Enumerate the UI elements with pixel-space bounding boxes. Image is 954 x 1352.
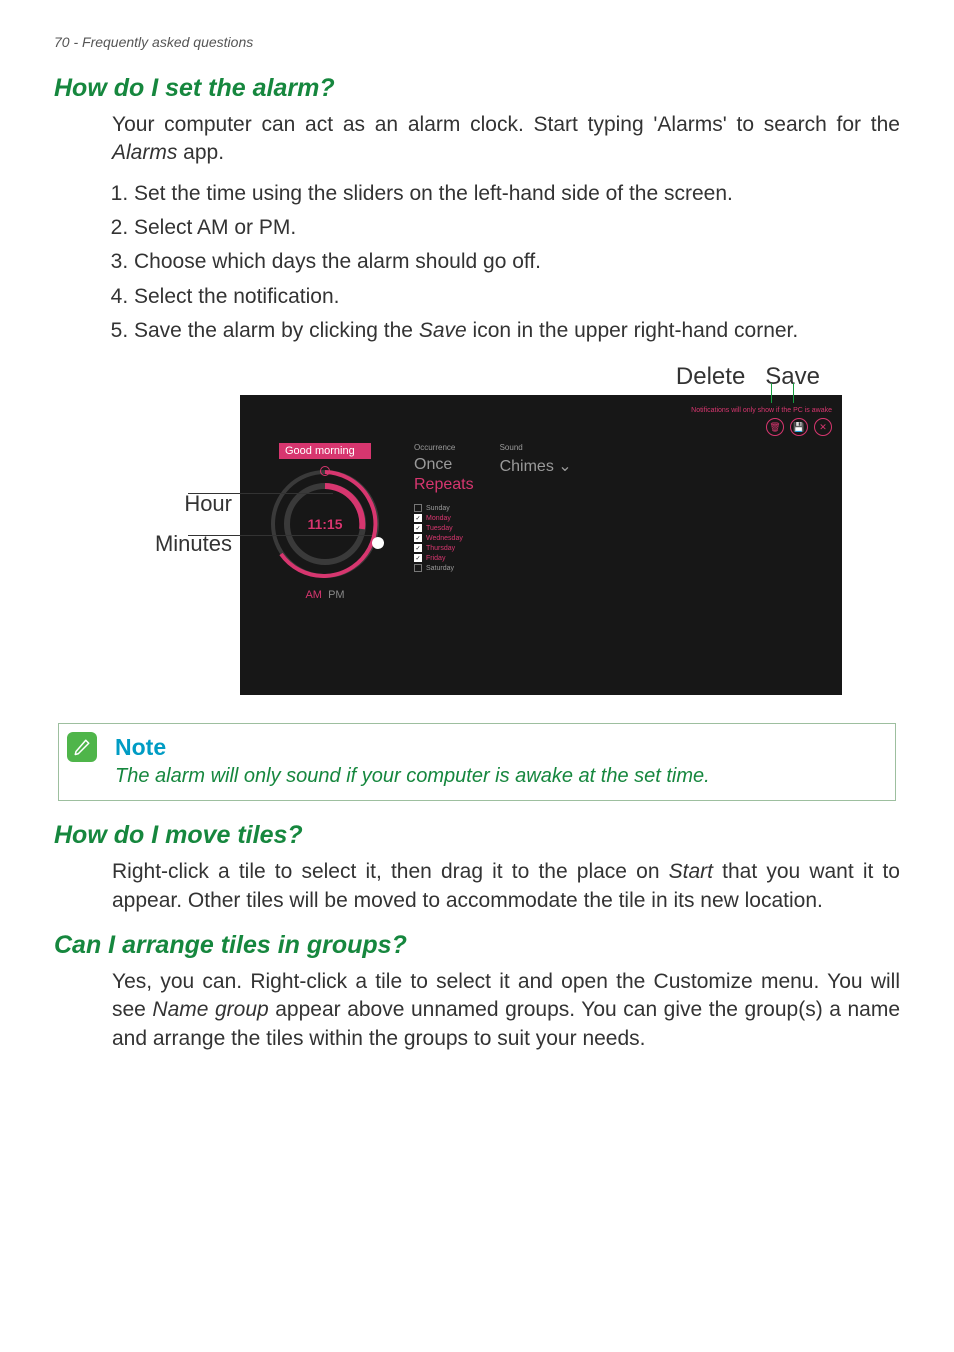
sound-heading: Sound bbox=[500, 443, 572, 452]
step-5a: Save the alarm by clicking the bbox=[134, 319, 419, 342]
day-sunday[interactable]: Sunday bbox=[414, 504, 474, 512]
note-icon bbox=[67, 732, 97, 762]
callout-line-delete bbox=[771, 383, 772, 403]
am-option[interactable]: AM bbox=[305, 589, 322, 601]
occurrence-once[interactable]: Once bbox=[414, 456, 474, 474]
q3-title: Can I arrange tiles in groups? bbox=[54, 931, 900, 960]
hour-label: Hour bbox=[112, 491, 232, 517]
q3-body-em: Name group bbox=[152, 998, 268, 1021]
day-monday-label: Monday bbox=[426, 515, 451, 522]
q3-body: Yes, you can. Right-click a tile to sele… bbox=[112, 968, 900, 1053]
q2-title: How do I move tiles? bbox=[54, 821, 900, 850]
figure-left-labels: Hour Minutes bbox=[112, 395, 240, 695]
step-1: Set the time using the sliders on the le… bbox=[134, 180, 900, 208]
time-dial[interactable]: 11:15 bbox=[270, 469, 380, 579]
day-tuesday[interactable]: ✓Tuesday bbox=[414, 524, 474, 532]
alarm-name-field[interactable]: Good morning bbox=[279, 443, 371, 459]
occurrence-heading: Occurrence bbox=[414, 443, 474, 452]
note-box: Note The alarm will only sound if your c… bbox=[58, 723, 896, 801]
day-friday[interactable]: ✓Friday bbox=[414, 554, 474, 562]
day-friday-label: Friday bbox=[426, 555, 445, 562]
step-3: Choose which days the alarm should go of… bbox=[134, 248, 900, 276]
alarm-figure: Delete Save Hour Minutes Notifications w… bbox=[112, 363, 842, 695]
day-thursday-label: Thursday bbox=[426, 545, 455, 552]
q2-body: Right-click a tile to select it, then dr… bbox=[112, 858, 900, 915]
q1-intro-a: Your computer can act as an alarm clock.… bbox=[112, 113, 900, 136]
callout-line-hour bbox=[188, 493, 333, 494]
pm-option[interactable]: PM bbox=[328, 589, 345, 601]
q2-body-em: Start bbox=[669, 860, 713, 883]
note-title: Note bbox=[115, 734, 881, 761]
notification-warning-text: Notifications will only show if the PC i… bbox=[691, 407, 832, 414]
day-saturday-label: Saturday bbox=[426, 565, 454, 572]
note-text: The alarm will only sound if your comput… bbox=[115, 765, 881, 788]
day-monday[interactable]: ✓Monday bbox=[414, 514, 474, 522]
save-icon[interactable]: 💾 bbox=[790, 418, 808, 436]
page-header: 70 - Frequently asked questions bbox=[54, 34, 900, 50]
figure-top-labels: Delete Save bbox=[112, 363, 842, 391]
q1-intro-b: app. bbox=[177, 141, 224, 164]
q1-intro: Your computer can act as an alarm clock.… bbox=[112, 111, 900, 168]
step-2: Select AM or PM. bbox=[134, 214, 900, 242]
day-tuesday-label: Tuesday bbox=[426, 525, 453, 532]
q1-steps: Set the time using the sliders on the le… bbox=[112, 180, 900, 346]
step-5: Save the alarm by clicking the Save icon… bbox=[134, 317, 900, 345]
close-icon[interactable]: ✕ bbox=[814, 418, 832, 436]
day-sunday-label: Sunday bbox=[426, 505, 450, 512]
q2-body-a: Right-click a tile to select it, then dr… bbox=[112, 860, 669, 883]
step-5em: Save bbox=[419, 319, 467, 342]
step-5b: icon in the upper right-hand corner. bbox=[467, 319, 799, 342]
callout-line-save bbox=[793, 383, 794, 403]
alarm-app-screenshot: Notifications will only show if the PC i… bbox=[240, 395, 842, 695]
q1-intro-em: Alarms bbox=[112, 141, 177, 164]
step-4: Select the notification. bbox=[134, 283, 900, 311]
callout-line-minutes bbox=[188, 535, 372, 536]
day-wednesday[interactable]: ✓Wednesday bbox=[414, 534, 474, 542]
day-thursday[interactable]: ✓Thursday bbox=[414, 544, 474, 552]
alarm-time-display: 11:15 bbox=[270, 469, 380, 579]
occurrence-repeats[interactable]: Repeats bbox=[414, 476, 474, 494]
delete-icon[interactable]: 🗑 bbox=[766, 418, 784, 436]
delete-label: Delete bbox=[676, 363, 745, 391]
q1-title: How do I set the alarm? bbox=[54, 74, 900, 103]
day-wednesday-label: Wednesday bbox=[426, 535, 463, 542]
sound-dropdown[interactable]: Chimes ⌄ bbox=[500, 456, 572, 476]
day-saturday[interactable]: Saturday bbox=[414, 564, 474, 572]
